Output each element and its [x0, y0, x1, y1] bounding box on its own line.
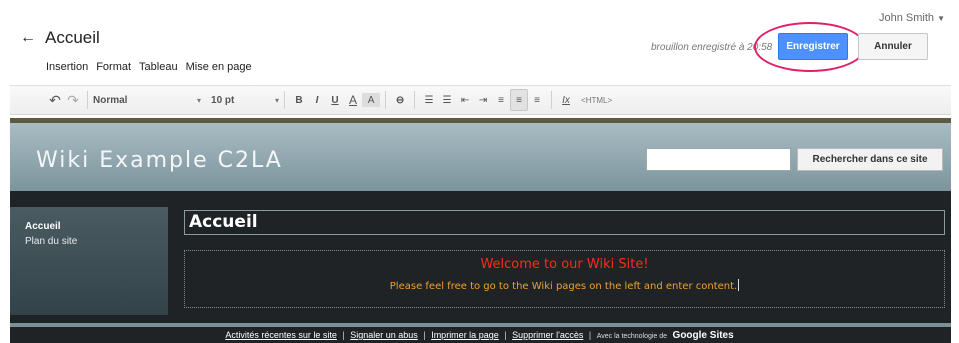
size-chevron-down-icon[interactable]: ▾ — [275, 96, 279, 105]
text-cursor — [738, 279, 740, 291]
text-color-icon[interactable]: A — [344, 89, 362, 111]
footer-powered-by: Avec la technologie de — [596, 333, 668, 340]
italic-icon[interactable]: I — [308, 89, 326, 111]
user-menu[interactable]: John Smith ▼ — [879, 12, 945, 24]
align-center-icon[interactable]: ≡ — [510, 89, 529, 111]
footer-link-print-page[interactable]: Imprimer la page — [431, 330, 499, 340]
editor-window: John Smith ▼ ← Accueil brouillon enregis… — [0, 0, 959, 343]
font-size-value: 10 pt — [211, 94, 235, 106]
page-name: Accueil — [45, 28, 100, 47]
site-preview: Wiki Example C2LA Rechercher dans ce sit… — [10, 118, 951, 343]
welcome-heading: Welcome to our Wiki Site! — [480, 257, 649, 272]
toolbar-divider — [551, 91, 553, 109]
toolbar-divider — [87, 91, 88, 109]
menu-tableau[interactable]: Tableau — [139, 61, 178, 73]
indent-less-icon[interactable]: ⇤ — [456, 89, 474, 111]
content-paragraph: Please feel free to go to the Wiki pages… — [185, 279, 944, 292]
undo-icon[interactable]: ↶ — [46, 89, 64, 111]
page-title-field[interactable]: Accueil — [184, 210, 945, 235]
underline-icon[interactable]: U — [326, 89, 344, 111]
highlight-color-icon[interactable]: A — [362, 93, 381, 107]
site-footer: Activités récentes sur le site | Signale… — [0, 330, 959, 341]
user-name: John Smith — [878, 12, 935, 24]
draft-saved-status: brouillon enregistré à 20:58 — [651, 42, 773, 53]
footer-link-recent-activity[interactable]: Activités récentes sur le site — [225, 330, 337, 340]
align-left-icon[interactable]: ≡ — [492, 89, 510, 111]
cancel-button[interactable]: Annuler — [858, 33, 928, 60]
style-dropdown[interactable]: Normal — [93, 89, 193, 111]
link-icon[interactable]: ⊖ — [391, 89, 409, 111]
html-view-button[interactable]: <HTML> — [581, 96, 612, 105]
menu-format[interactable]: Format — [96, 61, 131, 73]
content-editor[interactable]: Welcome to our Wiki Site! Please feel fr… — [184, 250, 945, 308]
align-right-icon[interactable]: ≡ — [528, 89, 546, 111]
style-value: Normal — [93, 94, 128, 106]
editor-menu-bar: Insertion Format Tableau Mise en page — [46, 61, 252, 73]
site-title: Wiki Example C2LA — [36, 148, 283, 173]
formatting-toolbar: ↶ ↷ Normal ▾ 10 pt ▾ B I U A A ⊖ ☰ ☰ ⇤ ⇥… — [10, 85, 951, 115]
sidebar-item-plan-du-site[interactable]: Plan du site — [25, 236, 153, 247]
style-chevron-down-icon[interactable]: ▾ — [197, 96, 201, 105]
redo-icon[interactable]: ↷ — [64, 89, 82, 111]
site-search-input[interactable] — [646, 148, 791, 171]
bold-icon[interactable]: B — [290, 89, 308, 111]
site-header: Wiki Example C2LA Rechercher dans ce sit… — [10, 123, 951, 191]
chevron-down-icon: ▼ — [937, 14, 945, 23]
content-text: Please feel free to go to the Wiki pages… — [389, 281, 738, 292]
save-button[interactable]: Enregistrer — [778, 33, 848, 60]
menu-mise-en-page[interactable]: Mise en page — [186, 61, 252, 73]
clear-formatting-icon[interactable]: Ix — [557, 89, 575, 111]
site-sidebar-nav: Accueil Plan du site — [10, 207, 168, 315]
footer-link-remove-access[interactable]: Supprimer l'accès — [512, 330, 583, 340]
toolbar-divider — [284, 91, 286, 109]
footer-separator: | — [588, 330, 592, 340]
indent-more-icon[interactable]: ⇥ — [474, 89, 492, 111]
footer-link-report-abuse[interactable]: Signaler un abus — [350, 330, 418, 340]
toolbar-divider — [385, 91, 387, 109]
site-search-button[interactable]: Rechercher dans ce site — [797, 148, 943, 171]
sidebar-item-accueil[interactable]: Accueil — [25, 221, 153, 232]
back-arrow-icon: ← — [20, 29, 36, 46]
footer-separator: | — [342, 330, 345, 340]
numbered-list-icon[interactable]: ☰ — [420, 89, 438, 111]
font-size-dropdown[interactable]: 10 pt — [211, 89, 271, 111]
bullet-list-icon[interactable]: ☰ — [438, 89, 456, 111]
google-sites-logo[interactable]: Google Sites — [673, 330, 734, 341]
footer-separator: | — [423, 330, 426, 340]
toolbar-divider — [414, 91, 416, 109]
footer-separator: | — [504, 330, 507, 340]
back-link[interactable]: ← Accueil — [20, 28, 100, 48]
menu-insertion[interactable]: Insertion — [46, 61, 88, 73]
